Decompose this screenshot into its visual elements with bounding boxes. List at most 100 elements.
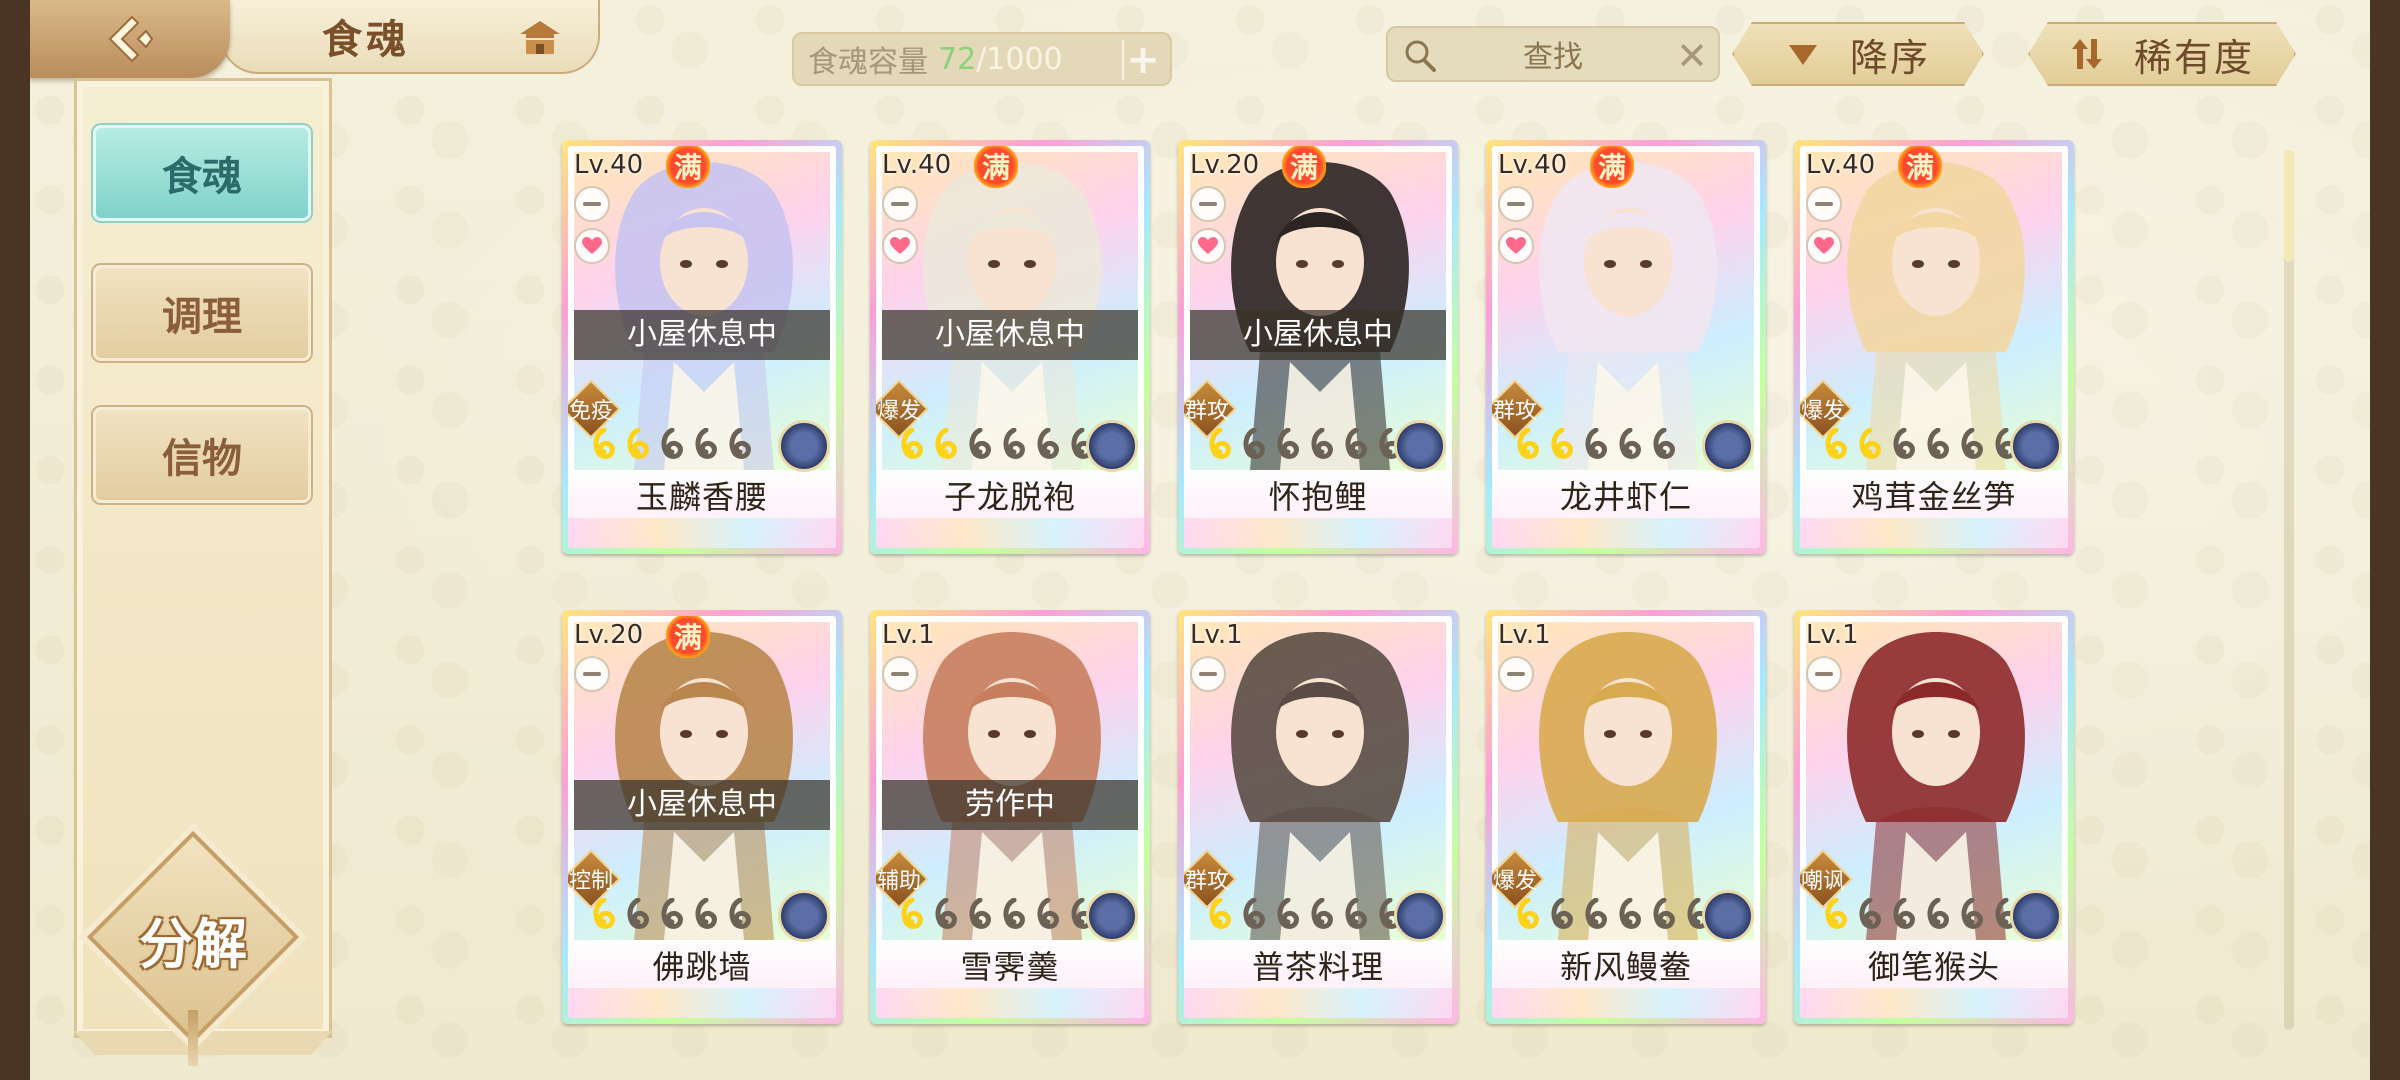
food-soul-card[interactable]: Lv.1 群攻 普茶料理 [1178, 610, 1458, 1024]
card-name: 普茶料理 [1251, 948, 1384, 986]
scroll-thumb[interactable] [2284, 150, 2294, 262]
star-filled-icon [1825, 428, 1847, 459]
card-name: 雪霁羹 [960, 948, 1060, 986]
decompose-label: 分解 [139, 912, 247, 976]
favorite-heart-icon[interactable] [1498, 228, 1534, 264]
star-empty-icon [1961, 428, 1983, 459]
star-empty-icon [1345, 428, 1367, 459]
element-type-icon [778, 420, 830, 472]
star-filled-icon [901, 898, 923, 929]
lock-toggle-icon[interactable] [1498, 186, 1534, 222]
card-border-deco [568, 518, 836, 548]
star-empty-icon [1003, 898, 1025, 929]
clear-search-icon[interactable]: ✕ [1676, 34, 1708, 78]
lock-toggle-icon[interactable] [882, 656, 918, 692]
lock-toggle-icon[interactable] [574, 186, 610, 222]
role-label: 免疫 [568, 399, 613, 424]
search-field[interactable]: 查找 ✕ [1386, 26, 1720, 82]
home-icon[interactable] [518, 18, 562, 58]
star-empty-icon [1037, 428, 1059, 459]
star-empty-icon [695, 898, 717, 929]
tassel-decoration [188, 1010, 198, 1066]
favorite-heart-icon[interactable] [1190, 228, 1226, 264]
card-level: Lv.20 [574, 620, 644, 650]
card-border-deco [1184, 988, 1452, 1018]
card-inner: Lv.1 嘲讽 御笔猴头 [1800, 616, 2068, 1018]
lock-toggle-icon[interactable] [1190, 656, 1226, 692]
food-soul-card[interactable]: Lv.1 嘲讽 御笔猴头 [1794, 610, 2074, 1024]
element-type-icon [1394, 890, 1446, 942]
status-bar: 小屋休息中 [574, 780, 830, 830]
swap-icon [2070, 37, 2104, 71]
star-empty-icon [627, 898, 649, 929]
lock-toggle-icon[interactable] [1498, 656, 1534, 692]
lock-toggle-icon[interactable] [1806, 656, 1842, 692]
star-rating [1206, 898, 1404, 934]
role-label: 爆发 [1492, 869, 1537, 894]
card-name: 子龙脱袍 [943, 478, 1076, 516]
lock-toggle-icon[interactable] [1806, 186, 1842, 222]
lock-toggle-icon[interactable] [1190, 186, 1226, 222]
star-empty-icon [1619, 428, 1641, 459]
star-empty-icon [1277, 898, 1299, 929]
card-level: Lv.40 [882, 150, 952, 180]
card-border-deco [1492, 988, 1760, 1018]
star-empty-icon [1243, 898, 1265, 929]
max-level-badge: 满 [1898, 146, 1942, 188]
food-soul-card[interactable]: Lv.40 满 群攻 龙井虾仁 [1486, 140, 1766, 554]
card-border-deco [1800, 518, 2068, 548]
star-empty-icon [1927, 898, 1949, 929]
search-placeholder: 查找 [1523, 40, 1583, 75]
favorite-heart-icon[interactable] [574, 228, 610, 264]
food-soul-card[interactable]: Lv.40 满 小屋休息中 免疫 玉麟香腰 [562, 140, 842, 554]
card-name: 御笔猴头 [1867, 948, 2000, 986]
sort-key-button[interactable]: 稀有度 [2028, 22, 2296, 86]
star-empty-icon [1927, 428, 1949, 459]
food-soul-card[interactable]: Lv.40 满 小屋休息中 爆发 子龙脱袍 [870, 140, 1150, 554]
tab-tokens[interactable]: 信物 [93, 407, 311, 503]
element-type-icon [2010, 890, 2062, 942]
add-capacity-button[interactable]: + [1122, 37, 1162, 83]
tab-cultivate[interactable]: 调理 [93, 265, 311, 361]
star-empty-icon [1653, 428, 1675, 459]
favorite-heart-icon[interactable] [882, 228, 918, 264]
page-title: 食魂 [322, 16, 410, 63]
star-filled-icon [901, 428, 923, 459]
star-empty-icon [969, 428, 991, 459]
element-type-icon [1394, 420, 1446, 472]
card-name: 鸡茸金丝笋 [1851, 478, 2017, 516]
tab-food-souls[interactable]: 食魂 [93, 125, 311, 221]
element-type-icon [778, 890, 830, 942]
star-empty-icon [969, 898, 991, 929]
lock-toggle-icon[interactable] [882, 186, 918, 222]
card-name: 龙井虾仁 [1559, 478, 1692, 516]
star-rating [590, 898, 754, 934]
max-level-badge: 满 [666, 616, 710, 658]
role-label: 群攻 [1184, 869, 1229, 894]
capacity-display: 食魂容量 72/1000 + [792, 32, 1172, 86]
favorite-heart-icon[interactable] [1806, 228, 1842, 264]
element-type-icon [1086, 420, 1138, 472]
card-border-deco [568, 988, 836, 1018]
star-empty-icon [661, 428, 683, 459]
star-empty-icon [935, 898, 957, 929]
star-empty-icon [1585, 428, 1607, 459]
food-soul-card[interactable]: Lv.20 满 小屋休息中 控制 佛跳墙 [562, 610, 842, 1024]
food-soul-card[interactable]: Lv.1 爆发 新风鳗鲞 [1486, 610, 1766, 1024]
scrollbar[interactable] [2284, 150, 2294, 1030]
triangle-down-icon [1786, 39, 1820, 69]
card-name: 佛跳墙 [652, 948, 752, 986]
food-soul-card[interactable]: Lv.1 劳作中 辅助 雪霁羹 [870, 610, 1150, 1024]
element-type-icon [1702, 420, 1754, 472]
food-soul-card[interactable]: Lv.40 满 爆发 鸡茸金丝笋 [1794, 140, 2074, 554]
star-filled-icon [593, 898, 615, 929]
card-level: Lv.1 [1498, 620, 1551, 650]
sort-order-button[interactable]: 降序 [1732, 22, 1984, 86]
star-empty-icon [661, 898, 683, 929]
lock-toggle-icon[interactable] [574, 656, 610, 692]
back-button[interactable] [30, 0, 230, 78]
role-label: 控制 [568, 869, 613, 894]
food-soul-card[interactable]: Lv.20 满 小屋休息中 群攻 怀抱鲤 [1178, 140, 1458, 554]
card-level: Lv.40 [1806, 150, 1876, 180]
card-border-deco [876, 988, 1144, 1018]
